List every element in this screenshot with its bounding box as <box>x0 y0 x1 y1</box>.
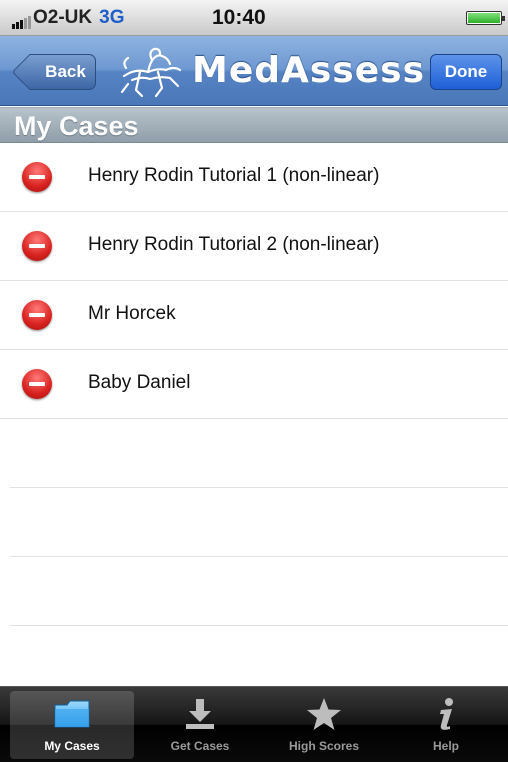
clock: 10:40 <box>212 6 266 29</box>
tab-label: Help <box>432 739 459 753</box>
done-button[interactable]: Done <box>430 54 502 90</box>
case-label: Baby Daniel <box>88 372 191 393</box>
case-label: Henry Rodin Tutorial 2 (non-linear) <box>88 234 380 255</box>
network-type: 3G <box>99 7 125 28</box>
delete-minus-icon[interactable] <box>22 231 52 261</box>
tab-help[interactable]: Help <box>384 691 508 759</box>
download-icon <box>186 699 214 729</box>
case-label: Henry Rodin Tutorial 1 (non-linear) <box>88 165 380 186</box>
delete-minus-icon[interactable] <box>22 300 52 330</box>
app-title: MedAssess <box>192 50 425 91</box>
star-icon <box>307 698 341 730</box>
status-bar: O2-UK 3G 10:40 <box>0 0 508 36</box>
folder-icon <box>54 700 90 728</box>
case-list: Henry Rodin Tutorial 1 (non-linear) Henr… <box>0 143 508 626</box>
signal-strength-icon <box>12 16 31 29</box>
section-title: My Cases <box>14 111 139 141</box>
case-row[interactable]: Mr Horcek <box>0 281 508 350</box>
case-label: Mr Horcek <box>88 303 176 324</box>
empty-row <box>10 488 508 557</box>
battery-icon <box>466 11 505 25</box>
tab-label: Get Cases <box>170 739 230 753</box>
carrier-group: O2-UK 3G <box>12 7 124 29</box>
tab-high-scores[interactable]: High Scores <box>262 691 386 759</box>
back-button[interactable]: Back <box>30 54 96 90</box>
tab-label: High Scores <box>288 739 360 753</box>
delete-minus-icon[interactable] <box>22 369 52 399</box>
case-row[interactable]: Baby Daniel <box>0 350 508 419</box>
navigation-bar: Back MedAssess Done <box>0 36 508 106</box>
case-row[interactable]: Henry Rodin Tutorial 1 (non-linear) <box>0 143 508 212</box>
carrier-name: O2-UK <box>33 7 93 28</box>
delete-minus-icon[interactable] <box>22 162 52 192</box>
empty-row <box>10 557 508 626</box>
section-header: My Cases <box>0 107 508 143</box>
tab-get-cases[interactable]: Get Cases <box>138 691 262 759</box>
rider-horse-logo-icon <box>120 47 182 98</box>
tab-bar: My Cases Get Cases High Scores Help <box>0 686 508 762</box>
empty-row <box>10 419 508 488</box>
info-icon <box>440 698 453 730</box>
tab-my-cases[interactable]: My Cases <box>10 691 134 759</box>
tab-label: My Cases <box>44 739 100 753</box>
case-row[interactable]: Henry Rodin Tutorial 2 (non-linear) <box>0 212 508 281</box>
